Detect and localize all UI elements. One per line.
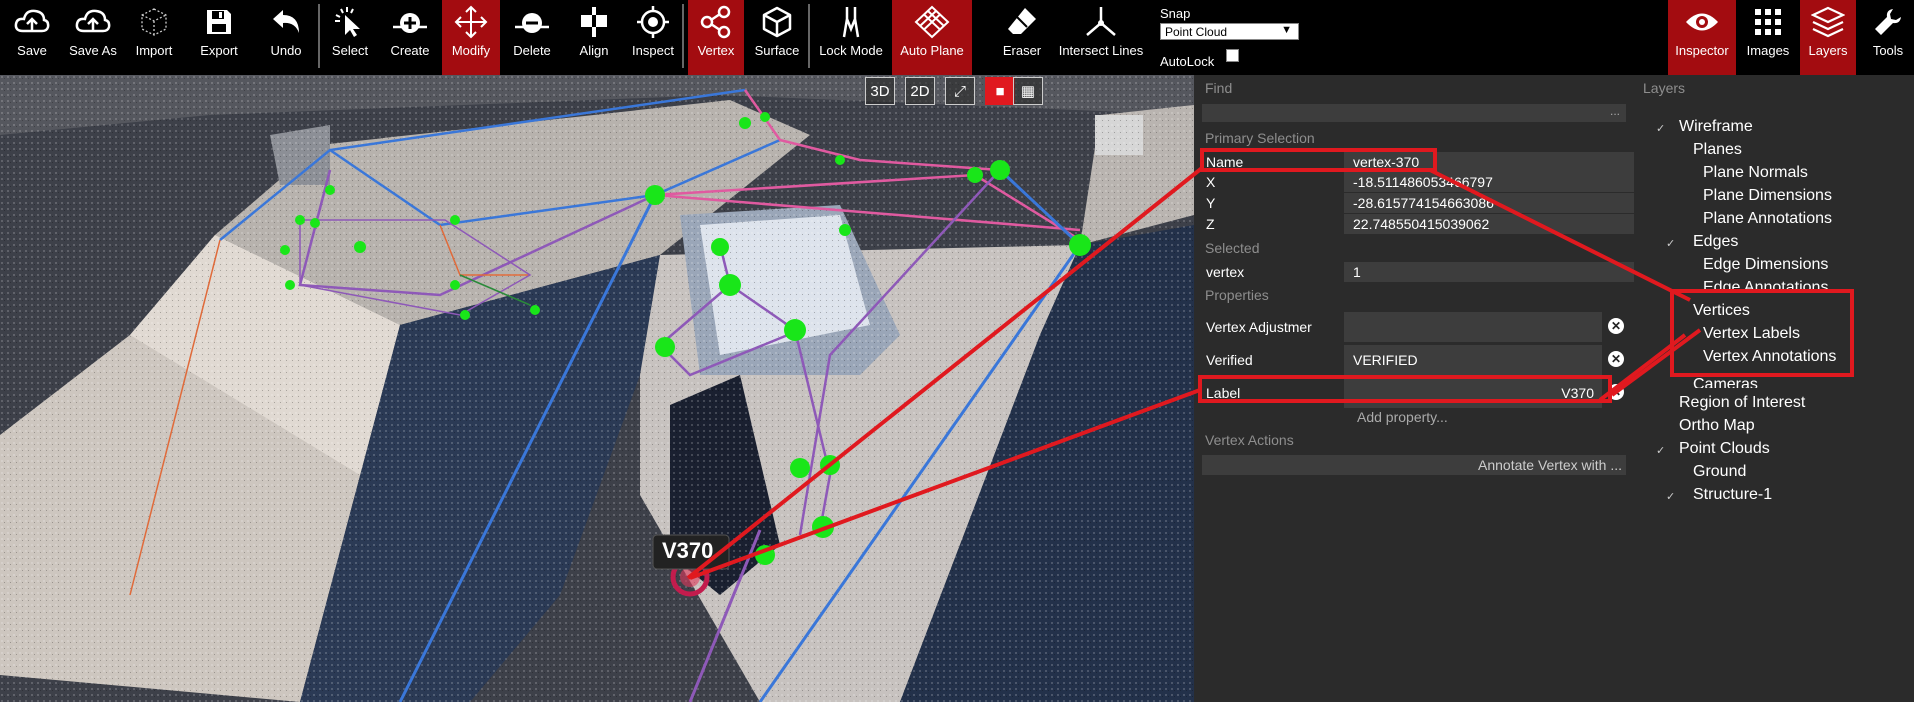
annotation-lines [686, 166, 1702, 580]
